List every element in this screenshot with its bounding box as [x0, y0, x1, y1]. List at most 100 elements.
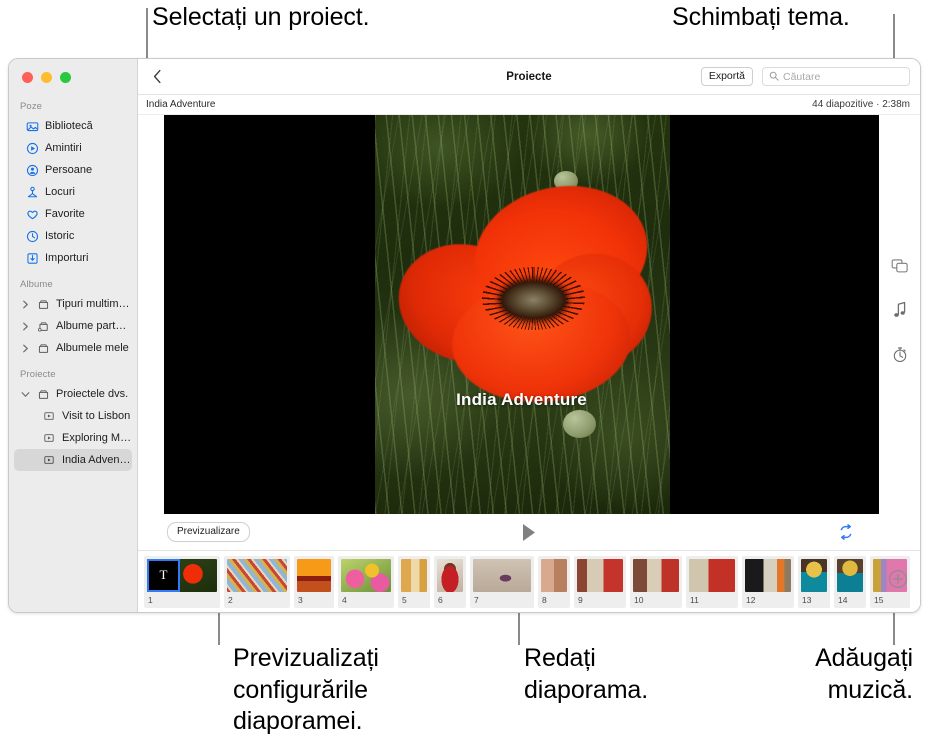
filmstrip[interactable]: T 1 2 3 4	[138, 550, 920, 612]
project-subbar: India Adventure 44 diapozitive · 2:38m	[138, 95, 920, 115]
thumb-art	[473, 559, 531, 592]
sidebar-item-exploring-morocco[interactable]: Exploring Mor...	[14, 427, 132, 449]
sidebar-item-favorite[interactable]: Favorite	[14, 203, 132, 225]
callout-add-music: Adăugați muzică.	[773, 643, 913, 706]
photo-poppy-bloom	[392, 187, 663, 410]
slide-thumbnail	[745, 559, 791, 592]
filmstrip-slide[interactable]: 9	[574, 556, 626, 608]
chevron-right-icon[interactable]	[20, 300, 30, 309]
filmstrip-slide[interactable]: 13	[798, 556, 830, 608]
slide-number: 3	[297, 592, 303, 605]
chevron-right-icon[interactable]	[20, 344, 30, 353]
sidebar-item-locuri[interactable]: Locuri	[14, 181, 132, 203]
filmstrip-slide[interactable]: 11	[686, 556, 738, 608]
sidebar-item-visit-to-lisbon[interactable]: Visit to Lisbon	[14, 405, 132, 427]
slide-canvas[interactable]: India Adventure	[164, 115, 879, 514]
slide-number: 1	[147, 592, 153, 605]
filmstrip-slide[interactable]: 7	[470, 556, 534, 608]
slide-thumbnail	[437, 559, 463, 592]
play-button[interactable]	[519, 521, 539, 543]
slide-thumbnail	[801, 559, 827, 592]
thumb-art	[401, 559, 427, 592]
music-button[interactable]	[889, 299, 911, 321]
thumb-art	[837, 559, 863, 592]
sidebar-item-persoane[interactable]: Persoane	[14, 159, 132, 181]
slideshow-icon	[42, 409, 56, 423]
thumb-art	[577, 559, 623, 592]
slide-thumbnail: T	[147, 559, 217, 592]
filmstrip-slide[interactable]: 10	[630, 556, 682, 608]
slide-title-text: India Adventure	[164, 390, 879, 410]
sidebar-item-label: Albumele mele	[56, 342, 129, 354]
callout-select-project: Selectați un proiect.	[152, 2, 369, 34]
slide-number: 2	[227, 592, 233, 605]
import-icon	[25, 251, 39, 265]
zoom-button[interactable]	[60, 72, 71, 83]
shared-folder-icon	[36, 319, 50, 333]
loop-button[interactable]	[836, 522, 856, 542]
duration-button[interactable]	[889, 343, 911, 365]
search-icon	[769, 68, 779, 86]
slide-number: 8	[541, 592, 547, 605]
thumb-art	[180, 559, 217, 592]
slide-number: 4	[341, 592, 347, 605]
slide-photo	[375, 115, 670, 514]
folder-icon	[36, 387, 50, 401]
sidebar-section-albume: Albume	[9, 269, 137, 293]
sidebar-item-amintiri[interactable]: Amintiri	[14, 137, 132, 159]
slide-thumbnail	[401, 559, 427, 592]
sidebar-item-biblioteca[interactable]: Bibliotecă	[14, 115, 132, 137]
sidebar-item-label: Favorite	[45, 208, 85, 220]
sidebar-item-istoric[interactable]: Istoric	[14, 225, 132, 247]
theme-button[interactable]	[889, 255, 911, 277]
search-input[interactable]: Căutare	[762, 67, 910, 86]
photos-window: Poze Bibliotecă Amintiri Persoane	[8, 58, 921, 613]
slide-number: 11	[689, 592, 699, 605]
filmstrip-slide[interactable]: 14	[834, 556, 866, 608]
slide-number: 14	[837, 592, 847, 605]
close-button[interactable]	[22, 72, 33, 83]
filmstrip-slide[interactable]: 12	[742, 556, 794, 608]
sidebar-section-poze: Poze	[9, 95, 137, 115]
filmstrip-slide[interactable]: 5	[398, 556, 430, 608]
thumb-art	[341, 559, 391, 592]
minimize-button[interactable]	[41, 72, 52, 83]
chevron-down-icon[interactable]	[20, 391, 30, 398]
export-button[interactable]: Exportă	[701, 67, 753, 86]
transport-bar: Previzualizare	[138, 514, 920, 550]
people-icon	[25, 163, 39, 177]
sidebar-item-label: Proiectele dvs.	[56, 388, 128, 400]
thumb-art	[297, 559, 331, 592]
filmstrip-slide[interactable]: T 1	[144, 556, 220, 608]
thumb-art	[689, 559, 735, 592]
slideshow-icon	[42, 431, 56, 445]
slide-thumbnail	[227, 559, 287, 592]
search-placeholder: Căutare	[783, 71, 820, 83]
sidebar-item-india-adventure[interactable]: India Adventure	[14, 449, 132, 471]
back-button[interactable]	[146, 66, 168, 88]
toolbar: Proiecte Exportă Căutare	[138, 59, 920, 95]
sidebar-item-albume-partajate[interactable]: Albume partajate	[14, 315, 132, 337]
sidebar-item-albumele-mele[interactable]: Albumele mele	[14, 337, 132, 359]
sidebar-item-importuri[interactable]: Importuri	[14, 247, 132, 269]
sidebar-item-proiectele-dvs[interactable]: Proiectele dvs.	[14, 383, 132, 405]
filmstrip-slide[interactable]: 8	[538, 556, 570, 608]
preview-button[interactable]: Previzualizare	[167, 522, 250, 542]
filmstrip-slide[interactable]: 4	[338, 556, 394, 608]
chevron-right-icon[interactable]	[20, 322, 30, 331]
filmstrip-slide[interactable]: 2	[224, 556, 290, 608]
slide-number: 15	[873, 592, 883, 605]
add-slide-button[interactable]	[888, 569, 908, 589]
filmstrip-slide[interactable]: 3	[294, 556, 334, 608]
photo-bud	[563, 410, 595, 438]
slide-stage: India Adventure	[138, 115, 920, 514]
tool-rail	[879, 115, 920, 514]
slide-number: 13	[801, 592, 811, 605]
library-icon	[25, 119, 39, 133]
window-controls[interactable]	[22, 72, 71, 83]
filmstrip-scroll[interactable]: T 1 2 3 4	[144, 556, 910, 608]
slideshow-icon	[42, 453, 56, 467]
thumb-art	[633, 559, 679, 592]
filmstrip-slide[interactable]: 6	[434, 556, 466, 608]
sidebar-item-tipuri-multimedia[interactable]: Tipuri multimedia	[14, 293, 132, 315]
